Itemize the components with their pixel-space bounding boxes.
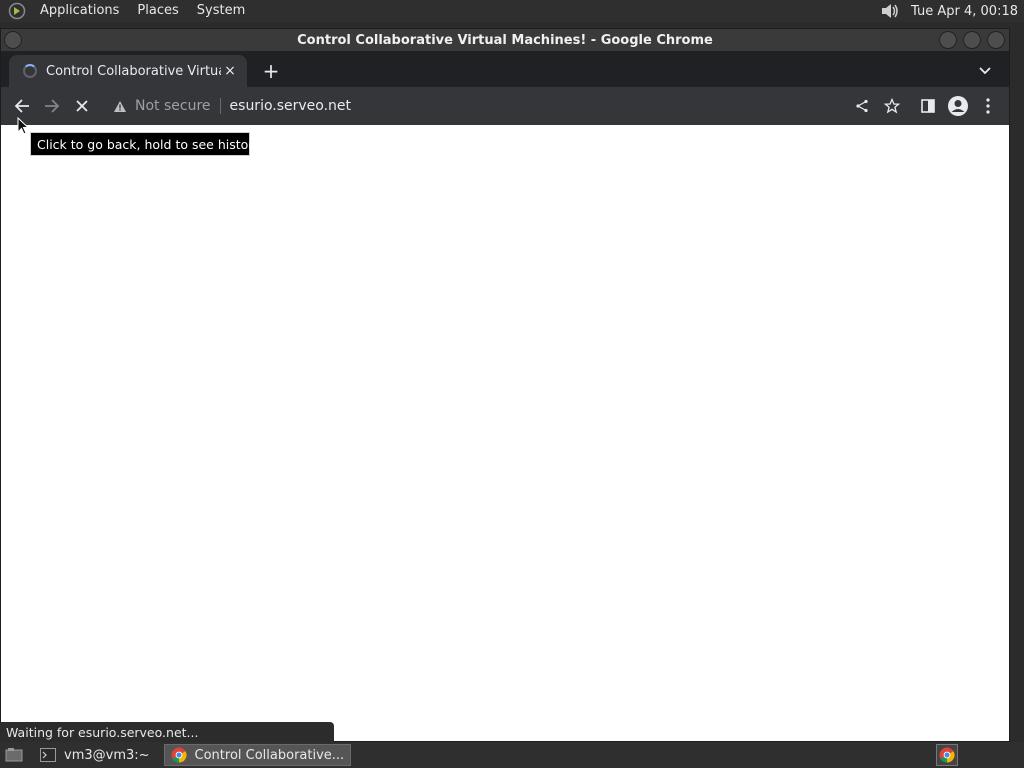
show-desktop-icon[interactable] [2,743,26,767]
omnibox[interactable]: Not secure esurio.serveo.net [103,91,907,121]
workspace-switcher-chrome-icon[interactable] [936,744,958,766]
back-button-tooltip: Click to go back, hold to see history [30,132,261,156]
chrome-icon [171,747,187,763]
bookmark-star-icon[interactable] [877,91,907,121]
window-title: Control Collaborative Virtual Machines! … [297,32,713,48]
new-tab-button[interactable]: + [257,57,285,85]
warning-triangle-icon[interactable] [113,100,127,113]
loading-spinner-icon [23,64,37,78]
volume-icon[interactable] [879,1,901,21]
tab-search-chevron-icon[interactable] [973,59,997,83]
menu-applications[interactable]: Applications [34,0,125,22]
profile-avatar-icon[interactable] [943,91,973,121]
menu-places[interactable]: Places [131,0,184,22]
tab-active[interactable]: Control Collaborative Virtual M × [9,55,247,87]
taskbar-item-label: vm3@vm3:~ [64,747,150,763]
terminal-icon [40,748,56,762]
taskbar-item-chrome[interactable]: Control Collaborative... [163,744,352,766]
close-x-icon [76,100,88,112]
security-label[interactable]: Not secure [135,98,211,114]
page-content[interactable] [1,125,1009,741]
forward-button[interactable] [37,91,67,121]
tab-strip: Control Collaborative Virtual M × + [1,51,1009,87]
bottom-panel: vm3@vm3:~ Control Collaborative... [0,742,1024,768]
mouse-pointer-icon [17,116,30,139]
forward-arrow-icon [45,99,60,113]
distro-logo-icon[interactable] [6,0,28,22]
omnibox-divider [219,98,221,114]
minimize-button[interactable] [939,31,957,49]
url-text[interactable]: esurio.serveo.net [230,98,352,114]
status-bubble: Waiting for esurio.serveo.net... [0,722,334,742]
taskbar-item-label: Control Collaborative... [194,747,345,763]
maximize-button[interactable] [963,31,981,49]
window-menu-button[interactable] [4,31,22,49]
menu-system[interactable]: System [191,0,251,22]
stop-loading-button[interactable] [67,91,97,121]
tab-close-button[interactable]: × [221,62,239,80]
taskbar-item-terminal[interactable]: vm3@vm3:~ [34,744,156,766]
side-panel-icon[interactable] [913,91,943,121]
toolbar: Not secure esurio.serveo.net [1,87,1009,125]
kebab-menu-icon[interactable] [973,91,1003,121]
share-icon[interactable] [847,91,877,121]
clock[interactable]: Tue Apr 4, 00:18 [901,4,1024,19]
back-arrow-icon [14,99,29,113]
close-window-button[interactable] [987,31,1005,49]
top-panel: Applications Places System Tue Apr 4, 00… [0,0,1024,22]
tab-title: Control Collaborative Virtual M [46,63,221,79]
window-titlebar[interactable]: Control Collaborative Virtual Machines! … [1,29,1009,51]
